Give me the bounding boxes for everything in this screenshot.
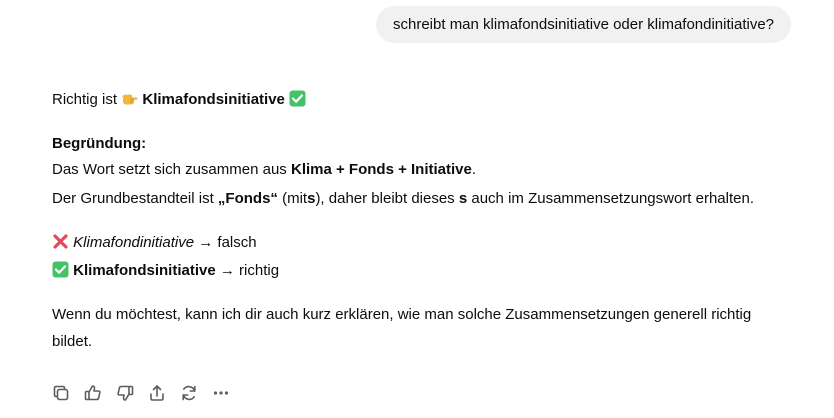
closing-line-2: bildet. [52,333,93,350]
more-options-button[interactable] [211,383,231,403]
user-message-bubble: schreibt man klimafondsinitiative oder k… [376,6,792,43]
share-icon [150,385,164,401]
share-button[interactable] [147,383,167,403]
check-mark-icon [289,90,306,107]
thumbs-down-icon [117,385,134,401]
wrong-suffix: → falsch [198,234,257,251]
line2-mid1: (mit [282,190,308,207]
reason-line-2: Der Grundbestandteil ist „Fonds“ (mit s),… [52,186,754,212]
line2-suffix: auch im Zusammensetzungswort erhalten. [471,190,755,207]
intro-prefix: Richtig ist [52,91,118,108]
line2-mid2: ), daher bleibt dieses [315,190,455,207]
regenerate-button[interactable] [179,383,199,403]
right-suffix: → richtig [219,262,280,279]
wrong-word: Klimafondinitiative [73,234,195,251]
wrong-variant: Klimafondinitiative → falsch [52,230,257,256]
more-icon [213,391,229,395]
line2-s2: s [458,190,468,207]
reason-line-1: Das Wort setzt sich zusammen aus Klima +… [52,157,476,183]
check-mark-icon [52,261,69,278]
line1-suffix: . [471,161,477,178]
right-variant: Klimafondsinitiative → richtig [52,258,279,284]
copy-icon [53,385,69,401]
thumbs-up-icon [84,385,101,401]
right-word: Klimafondsinitiative [73,262,216,279]
line2-bold: „Fonds“ [217,190,278,207]
copy-button[interactable] [51,383,71,403]
regenerate-icon [182,385,196,401]
thumbs-down-button[interactable] [115,383,135,403]
line1-prefix: Das Wort setzt sich zusammen aus [52,161,287,178]
answer-intro: Richtig ist Klimafondsinitiative [52,87,306,113]
thumbs-up-button[interactable] [83,383,103,403]
closing-line-1: Wenn du möchtest, kann ich dir auch kurz… [52,306,752,323]
intro-word: Klimafondsinitiative [142,91,285,108]
cross-mark-icon [52,233,69,250]
reason-heading: Begründung: [52,135,147,152]
user-message-text: schreibt man klimafondsinitiative oder k… [393,16,775,33]
line1-bold: Klima + Fonds + Initiative [290,161,472,178]
line2-prefix: Der Grundbestandteil ist [52,190,214,207]
pointing-hand-icon [121,90,138,107]
